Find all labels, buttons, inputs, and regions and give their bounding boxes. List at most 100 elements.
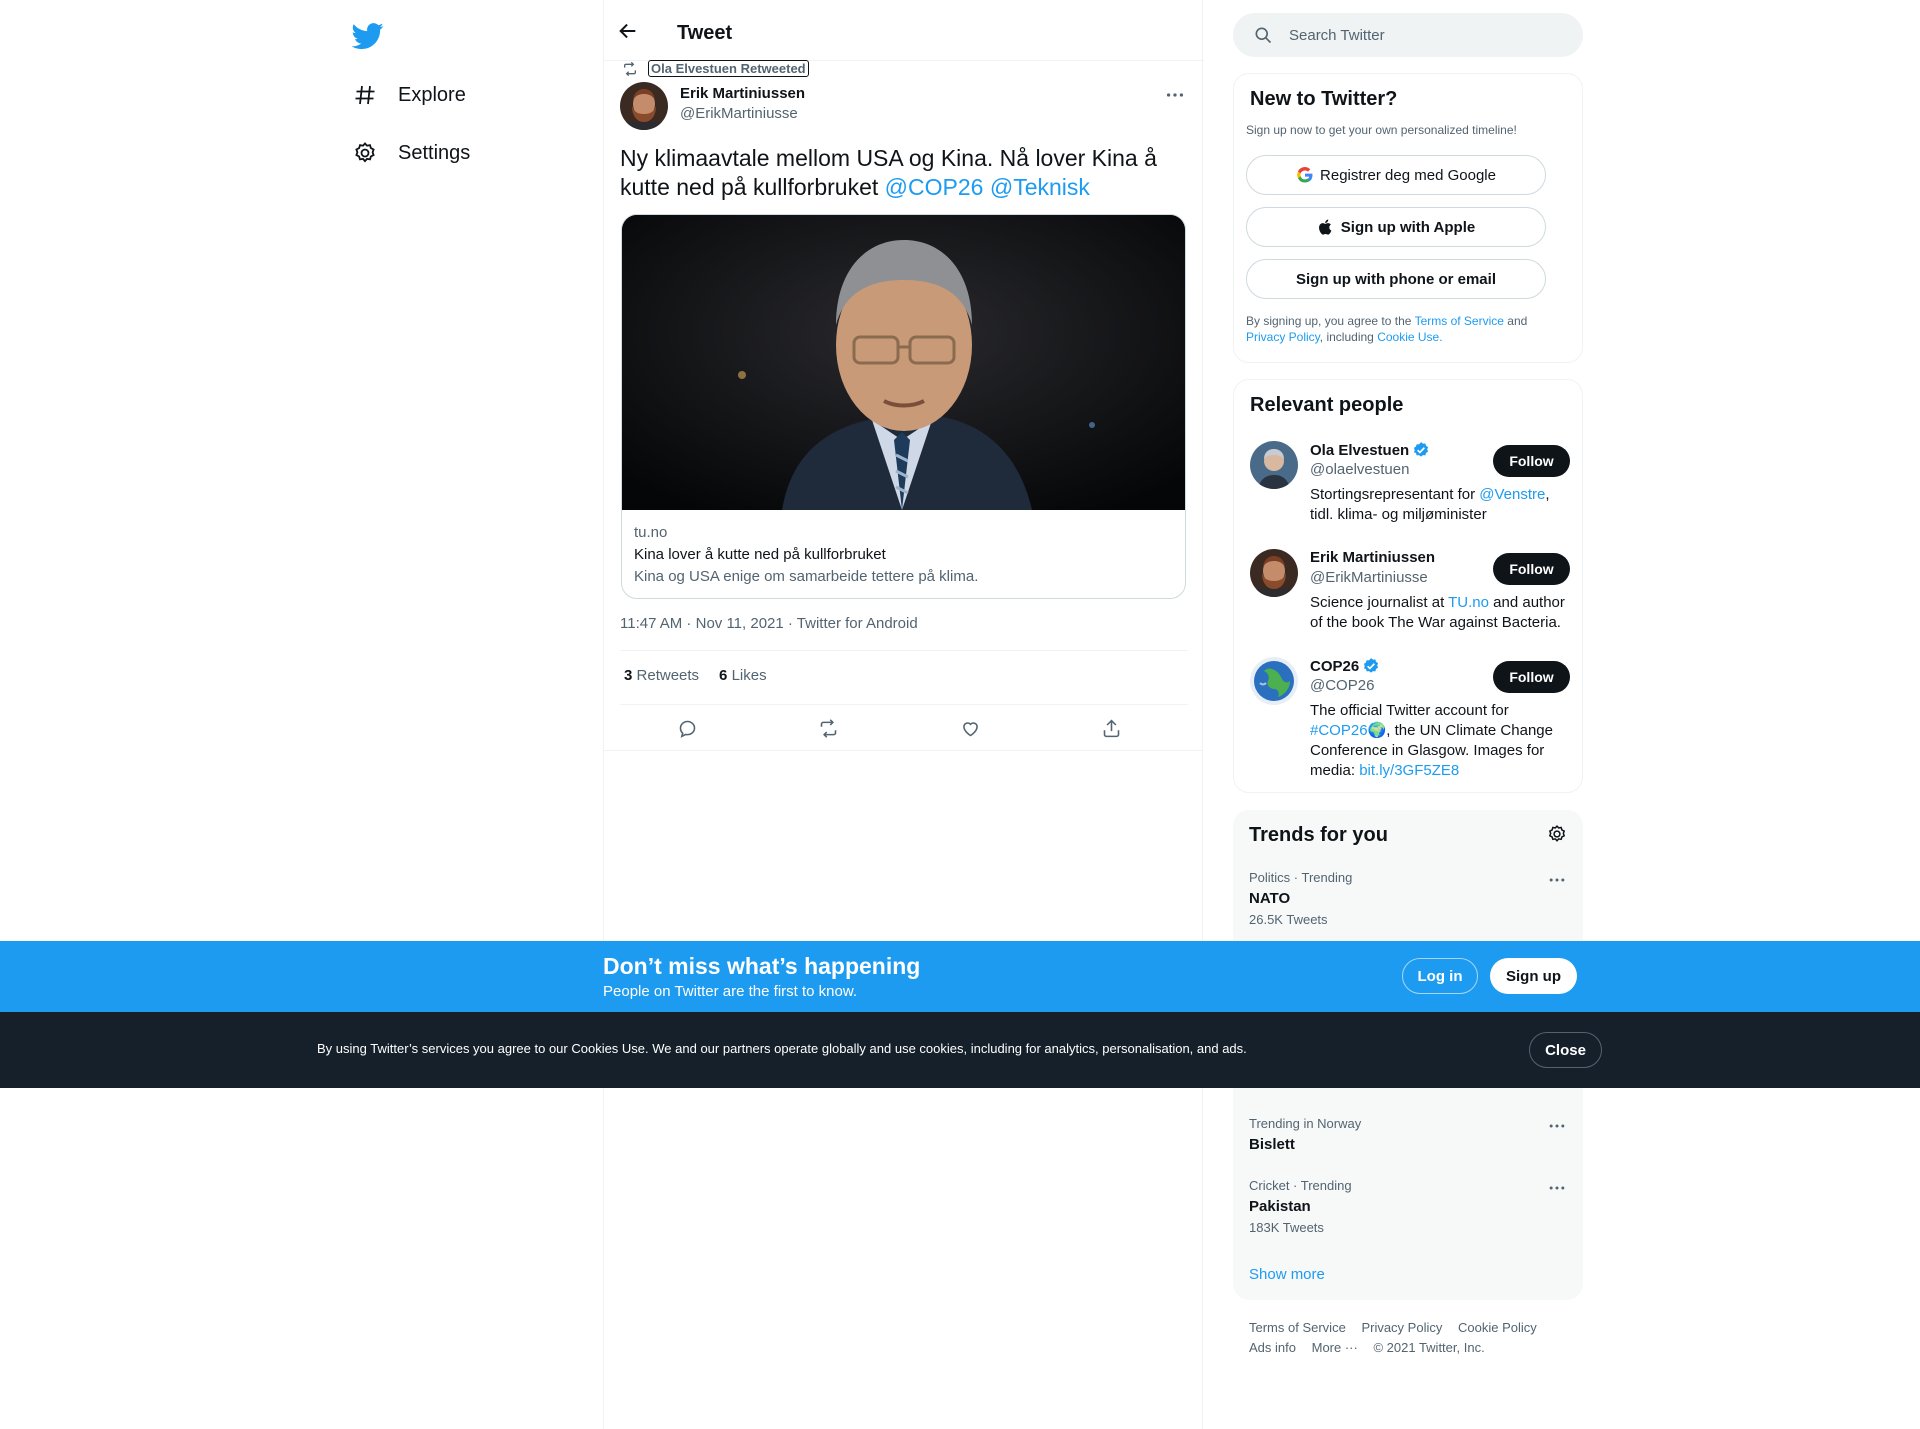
- signup-panel: New to Twitter? Sign up now to get your …: [1233, 73, 1583, 363]
- retweeted-by-link[interactable]: Ola Elvestuen Retweeted: [648, 60, 809, 77]
- google-signup-label: Registrer deg med Google: [1320, 166, 1496, 184]
- footer-link[interactable]: Terms of Service: [1249, 1318, 1346, 1338]
- card-description: Kina og USA enige om samarbeide tettere …: [634, 568, 979, 585]
- person-name-text: COP26: [1310, 657, 1360, 675]
- search-input[interactable]: [1289, 26, 1549, 44]
- more-options-icon[interactable]: [1547, 870, 1569, 892]
- likes-stat[interactable]: 6 Likes: [719, 667, 767, 684]
- nav-item-label: Settings: [398, 141, 471, 164]
- prompt-subtitle: People on Twitter are the first to know.: [603, 983, 858, 1000]
- footer-link[interactable]: Cookie Policy: [1458, 1318, 1537, 1338]
- tweet-timestamp: 11:47 AM · Nov 11, 2021 · Twitter for An…: [620, 615, 918, 632]
- trend-count: 183K Tweets: [1249, 1220, 1324, 1235]
- tweet-text: Ny klimaavtale mellom USA og Kina. Nå lo…: [620, 144, 1180, 202]
- cookie-use-link[interactable]: Cookie Use.: [1377, 330, 1442, 344]
- more-options-icon[interactable]: [1547, 1178, 1569, 1200]
- link-card[interactable]: tu.no Kina lover å kutte ned på kullforb…: [621, 214, 1186, 599]
- nav-item-settings[interactable]: Settings: [352, 129, 470, 177]
- bio-text: Stortingsrepresentant for: [1310, 486, 1480, 503]
- verified-badge-icon: [1412, 441, 1430, 459]
- retweet-icon: [622, 61, 638, 77]
- trend-name: Pakistan: [1249, 1198, 1311, 1215]
- tweet-date[interactable]: Nov 11, 2021: [696, 615, 784, 632]
- person-name[interactable]: Erik Martiniussen: [1310, 549, 1435, 566]
- like-icon[interactable]: [957, 715, 983, 741]
- cookie-text: By using Twitter’s services you agree to…: [317, 1041, 1247, 1056]
- author-name[interactable]: Erik Martiniussen: [680, 85, 805, 102]
- phone-email-signup-button[interactable]: Sign up with phone or email: [1246, 259, 1546, 299]
- mention-link[interactable]: @COP26: [885, 174, 984, 200]
- privacy-link[interactable]: Privacy Policy: [1246, 330, 1320, 344]
- relevant-people-panel: Relevant people Ola Elvestuen @olaelvest…: [1233, 379, 1583, 793]
- follow-button[interactable]: Follow: [1493, 445, 1570, 477]
- signup-legal: By signing up, you agree to the Terms of…: [1246, 313, 1566, 345]
- avatar[interactable]: [1250, 441, 1298, 489]
- gear-icon: [352, 140, 378, 166]
- trend-item[interactable]: Politics · Trending NATO 26.5K Tweets: [1249, 870, 1569, 927]
- person-bio: Science journalist at TU.no and author o…: [1310, 593, 1570, 633]
- search-icon: [1253, 25, 1273, 45]
- signup-button[interactable]: Sign up: [1490, 958, 1577, 994]
- main-column: Tweet Ola Elvestuen Retweeted Erik Marti…: [603, 0, 1204, 1429]
- tweet-source[interactable]: Twitter for Android: [797, 615, 918, 632]
- page-title: Tweet: [677, 22, 733, 44]
- footer-links: Terms of Service Privacy Policy Cookie P…: [1249, 1318, 1579, 1358]
- bio-link[interactable]: TU.no: [1448, 594, 1489, 611]
- main-header: Tweet: [604, 0, 1204, 61]
- share-icon[interactable]: [1098, 715, 1124, 741]
- mention-link[interactable]: @Teknisk: [990, 174, 1090, 200]
- google-icon: [1296, 166, 1314, 184]
- more-options-icon[interactable]: [1164, 84, 1186, 106]
- trend-context: Politics · Trending: [1249, 870, 1353, 885]
- card-title: Kina lover å kutte ned på kullforbruket: [634, 546, 886, 563]
- bio-link[interactable]: bit.ly/3GF5ZE8: [1359, 762, 1459, 779]
- trend-item[interactable]: Trending in Norway Bislett: [1249, 1116, 1569, 1153]
- signup-prompt-bar: Don’t miss what’s happening People on Tw…: [0, 941, 1920, 1012]
- login-button[interactable]: Log in: [1402, 958, 1478, 994]
- bio-link[interactable]: @Venstre: [1479, 486, 1545, 503]
- bio-text: Science journalist at: [1310, 594, 1449, 611]
- card-image: [622, 215, 1185, 510]
- nav-item-explore[interactable]: Explore: [352, 71, 466, 119]
- tweet-time[interactable]: 11:47 AM: [620, 615, 682, 632]
- close-button[interactable]: Close: [1529, 1032, 1602, 1068]
- footer-link[interactable]: Privacy Policy: [1361, 1318, 1442, 1338]
- apple-icon: [1317, 218, 1335, 236]
- legal-text: By signing up, you agree to the: [1246, 314, 1412, 328]
- signup-title: New to Twitter?: [1250, 88, 1398, 110]
- search-bar[interactable]: [1233, 13, 1583, 57]
- verified-badge-icon: [1362, 657, 1380, 675]
- follow-button[interactable]: Follow: [1493, 661, 1570, 693]
- avatar[interactable]: [1250, 657, 1298, 705]
- author-handle[interactable]: @ErikMartiniusse: [680, 105, 798, 122]
- avatar[interactable]: [1250, 549, 1298, 597]
- author-avatar[interactable]: [620, 82, 668, 130]
- hashtag-link[interactable]: #COP26: [1310, 722, 1368, 739]
- person-name[interactable]: COP26: [1310, 657, 1380, 675]
- gear-icon[interactable]: [1547, 824, 1569, 846]
- globe-emoji-icon: 🌍: [1367, 722, 1387, 739]
- legal-text: , including: [1319, 330, 1374, 344]
- terms-link[interactable]: Terms of Service: [1415, 314, 1504, 328]
- back-arrow-icon[interactable]: [617, 20, 639, 42]
- reply-icon[interactable]: [674, 715, 700, 741]
- more-options-icon[interactable]: [1547, 1116, 1569, 1138]
- footer-more-link[interactable]: More ···: [1312, 1338, 1358, 1358]
- follow-button[interactable]: Follow: [1493, 553, 1570, 585]
- retweets-stat[interactable]: 3 Retweets: [624, 667, 699, 684]
- person-handle: @COP26: [1310, 677, 1375, 694]
- person-handle: @ErikMartiniusse: [1310, 569, 1428, 586]
- trend-item[interactable]: Cricket · Trending Pakistan 183K Tweets: [1249, 1178, 1569, 1235]
- twitter-logo-icon[interactable]: [351, 20, 384, 52]
- person-name[interactable]: Ola Elvestuen: [1310, 441, 1430, 459]
- person-bio: The official Twitter account for #COP26🌍…: [1310, 701, 1570, 781]
- show-more-link[interactable]: Show more: [1249, 1266, 1325, 1283]
- person-name-text: Erik Martiniussen: [1310, 549, 1436, 566]
- person-bio: Stortingsrepresentant for @Venstre, tidl…: [1310, 485, 1570, 525]
- trend-count: 26.5K Tweets: [1249, 912, 1328, 927]
- google-signup-button[interactable]: Registrer deg med Google: [1246, 155, 1546, 195]
- footer-link[interactable]: Ads info: [1249, 1338, 1296, 1358]
- retweet-icon[interactable]: [815, 715, 841, 741]
- trend-name: Bislett: [1249, 1136, 1295, 1153]
- apple-signup-button[interactable]: Sign up with Apple: [1246, 207, 1546, 247]
